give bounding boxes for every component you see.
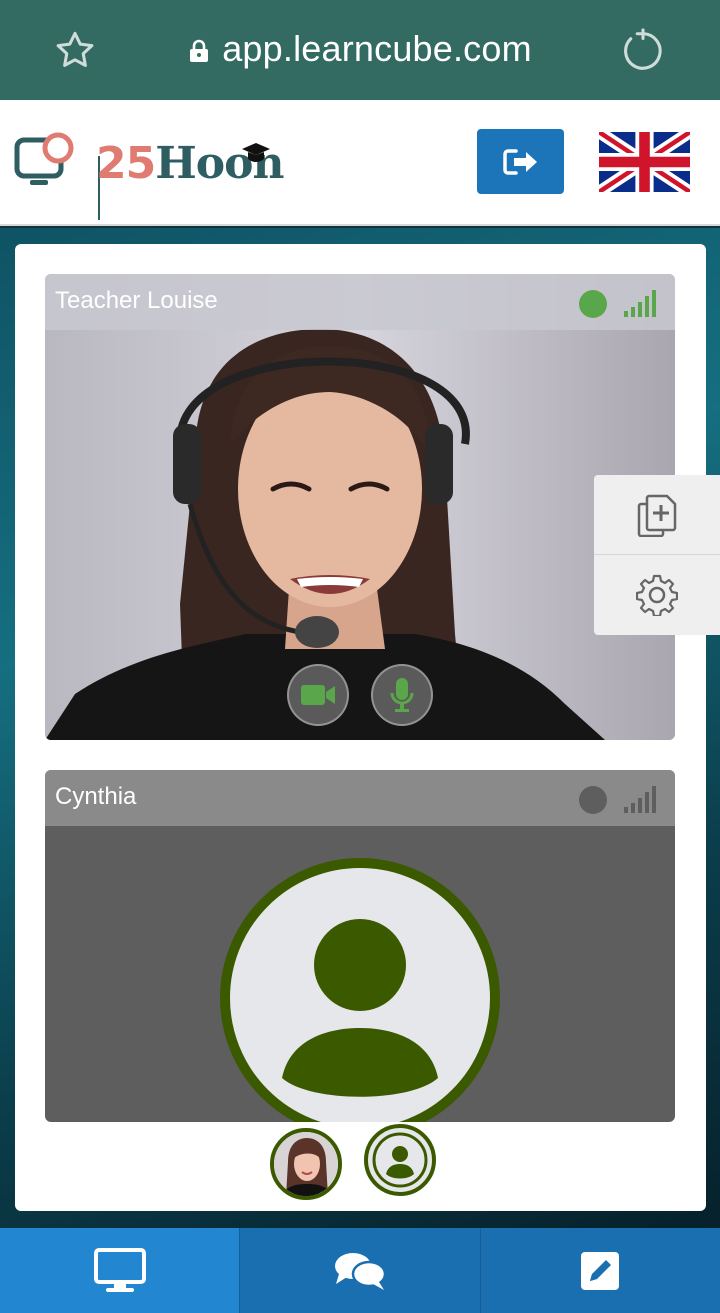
user-avatar-icon	[282, 919, 438, 1097]
app-header: 25Hoon	[0, 100, 720, 226]
tab-chat[interactable]	[240, 1228, 481, 1313]
logout-button[interactable]	[477, 129, 564, 194]
video-camera-icon	[301, 685, 335, 705]
tab-video[interactable]	[0, 1228, 241, 1313]
teacher-photo-icon	[274, 1132, 338, 1196]
edit-icon	[581, 1251, 620, 1290]
teacher-video-card[interactable]: Teacher Louise	[45, 274, 675, 740]
microphone-icon	[390, 678, 414, 712]
lock-icon	[190, 39, 209, 62]
teacher-title-bar: Teacher Louise	[45, 274, 675, 330]
participant-name: Teacher Louise	[55, 287, 218, 314]
monitor-logo-icon	[14, 132, 74, 185]
monitor-icon	[93, 1247, 146, 1292]
copy-plus-icon	[637, 494, 677, 537]
brand-number: 25	[96, 138, 156, 189]
graduation-cap-icon	[242, 143, 270, 162]
side-tool-tray	[594, 475, 720, 635]
url-field[interactable]: app.learncube.com	[0, 28, 720, 70]
logout-icon	[502, 148, 537, 175]
camera-toggle-button[interactable]	[287, 664, 349, 726]
student-video-card[interactable]: Cynthia	[45, 770, 675, 1122]
url-text: app.learncube.com	[222, 28, 532, 69]
teacher-video-feed	[45, 274, 675, 740]
microphone-toggle-button[interactable]	[371, 664, 433, 726]
teacher-thumbnail[interactable]	[270, 1128, 342, 1200]
bottom-navigation	[0, 1228, 720, 1313]
add-document-button[interactable]	[594, 475, 720, 555]
student-thumbnail[interactable]	[364, 1124, 436, 1196]
student-avatar	[220, 858, 500, 1122]
tab-notes[interactable]	[481, 1228, 720, 1313]
gear-icon	[636, 574, 678, 616]
signal-strength-icon	[624, 786, 656, 813]
browser-address-bar: app.learncube.com	[0, 0, 720, 100]
participant-name: Cynthia	[55, 783, 137, 810]
signal-strength-icon	[624, 290, 656, 317]
settings-button[interactable]	[594, 555, 720, 635]
connection-status-dot	[579, 290, 607, 318]
chat-icon	[334, 1252, 387, 1290]
reload-icon[interactable]	[620, 28, 666, 74]
student-title-bar: Cynthia	[45, 770, 675, 826]
user-avatar-icon	[372, 1132, 428, 1188]
uk-flag-icon[interactable]	[599, 132, 690, 192]
connection-status-dot	[579, 786, 607, 814]
